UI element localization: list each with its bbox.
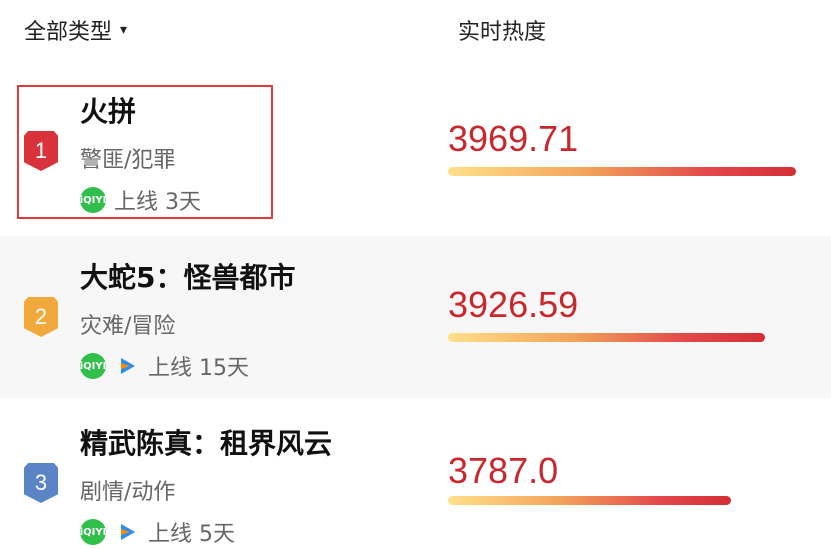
type-filter-dropdown[interactable]: 全部类型 ▾ xyxy=(24,14,127,46)
movie-title[interactable]: 精武陈真：租界风云 xyxy=(80,422,332,462)
heat-bar xyxy=(448,333,765,342)
movie-genre: 剧情/动作 xyxy=(80,480,176,505)
type-filter-label: 全部类型 xyxy=(24,20,113,45)
online-info: iQIYI 上线 15天 xyxy=(80,350,249,382)
list-header: 全部类型 ▾ 实时热度 xyxy=(0,0,831,66)
heat-bar xyxy=(448,496,731,505)
online-days: 上线 15天 xyxy=(148,356,249,381)
movie-title[interactable]: 大蛇5：怪兽都市 xyxy=(80,256,295,296)
tencent-video-icon xyxy=(114,353,140,379)
highlight-annotation-box xyxy=(17,85,273,219)
movie-genre: 灾难/冒险 xyxy=(80,314,176,339)
list-item[interactable]: 2 大蛇5：怪兽都市 灾难/冒险 iQIYI 上线 15天 3926.59 xyxy=(0,236,831,398)
rank-badge: 2 xyxy=(24,297,58,337)
heat-value: 3787.0 xyxy=(448,450,559,491)
tencent-video-icon xyxy=(114,519,140,545)
heat-value: 3969.71 xyxy=(448,118,579,159)
heat-value: 3926.59 xyxy=(448,284,579,325)
rank-badge: 3 xyxy=(24,463,58,503)
caret-down-icon: ▾ xyxy=(120,22,128,38)
online-days: 上线 5天 xyxy=(148,522,235,547)
iqiyi-icon: iQIYI xyxy=(80,519,106,545)
online-info: iQIYI 上线 5天 xyxy=(80,516,235,548)
realtime-heat-column-title: 实时热度 xyxy=(458,20,547,45)
heat-bar xyxy=(448,167,796,176)
iqiyi-icon: iQIYI xyxy=(80,353,106,379)
list-item[interactable]: 3 精武陈真：租界风云 剧情/动作 iQIYI 上线 5天 3787.0 xyxy=(0,402,831,549)
